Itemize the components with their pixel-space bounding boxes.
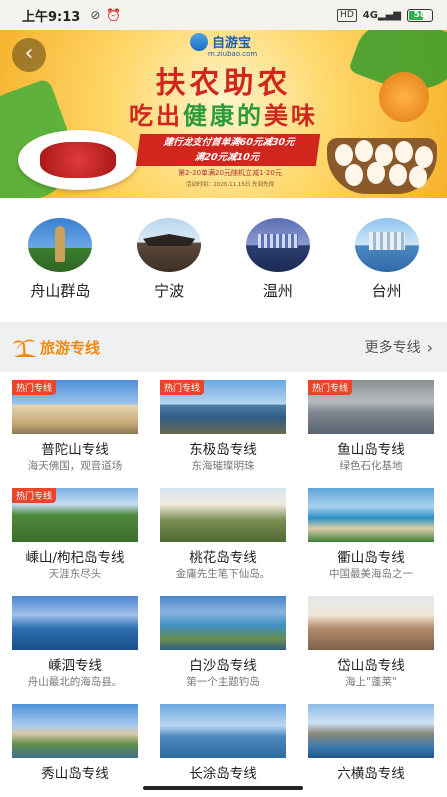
city-label: 台州 (371, 282, 402, 300)
city-image-zhoushan (28, 218, 93, 272)
promo-line-2: 满20元减10元 (193, 152, 260, 163)
logo-mark-icon (190, 32, 208, 51)
city-label: 舟山群岛 (30, 282, 91, 300)
route-name: 嵊泗专线 (48, 658, 102, 674)
egg-basket-image (327, 138, 437, 194)
route-name: 秀山岛专线 (41, 766, 109, 782)
route-card-qushandao[interactable]: 衢山岛专线 中国最美海岛之一 (308, 482, 434, 582)
route-name: 桃花岛专线 (189, 550, 257, 566)
logo-name: 自游宝 (212, 36, 252, 51)
meat-plate-image (18, 130, 138, 190)
promo-line-3: 第2-20单满20元随机立减1-20元 (178, 169, 282, 177)
route-card-dongjidao[interactable]: 热门专线 东极岛专线 东海璀璨明珠 (160, 374, 286, 474)
route-name: 六横岛专线 (337, 766, 405, 782)
city-image-wenzhou (245, 218, 310, 272)
promo-banner[interactable]: ‹ 自游宝 m.ziubao.com 扶农助农 吃出健康的美味 建行龙支付首单满… (0, 30, 447, 198)
city-image-ningbo (137, 218, 202, 272)
route-desc: 第一个主题钓岛 (186, 676, 260, 688)
route-card-changtudao[interactable]: 长涂岛专线 (160, 698, 286, 797)
more-routes-label: 更多专线 (364, 340, 421, 356)
battery-level: 58 (413, 9, 427, 20)
route-name: 普陀山专线 (41, 442, 109, 458)
route-image (308, 488, 434, 542)
route-desc: 金庸先生笔下仙岛。 (175, 568, 271, 580)
route-image (308, 596, 434, 650)
home-indicator[interactable] (143, 786, 303, 790)
hot-route-badge: 热门专线 (160, 380, 205, 395)
city-row: 舟山群岛 宁波 温州 台州 (0, 198, 447, 312)
chevron-right-icon: › (426, 337, 433, 357)
route-image (160, 488, 286, 542)
city-item-ningbo[interactable]: 宁波 (124, 198, 214, 312)
route-card-xiushandao[interactable]: 秀山岛专线 (12, 698, 138, 797)
route-image (160, 704, 286, 758)
palm-tree-icon (12, 336, 38, 358)
route-name: 东极岛专线 (189, 442, 257, 458)
signal-icon: 4G▂▄▆ (362, 9, 401, 21)
promo-line-4: 活动时间：2020.11.15日 先到先得 (185, 182, 275, 188)
route-card-liuhengdao[interactable]: 六横岛专线 (308, 698, 434, 797)
signal-label: 4G (362, 9, 378, 21)
city-item-taizhou[interactable]: 台州 (342, 198, 432, 312)
route-card-taohuadao[interactable]: 桃花岛专线 金庸先生笔下仙岛。 (160, 482, 286, 582)
route-image (12, 704, 138, 758)
route-card-shengshan[interactable]: 热门专线 嵊山/枸杞岛专线 天涯东尽头 (12, 482, 138, 582)
network-hd-badge: HD (337, 8, 357, 22)
route-name: 岱山岛专线 (337, 658, 405, 674)
subtitle-pre: 吃出 (129, 102, 183, 130)
section-header: 旅游专线 更多专线 › (0, 322, 447, 372)
more-routes-link[interactable]: 更多专线 › (365, 337, 433, 357)
city-label: 温州 (262, 282, 293, 300)
subtitle-highlight: 健康的 (183, 102, 264, 130)
route-name: 白沙岛专线 (189, 658, 257, 674)
route-card-baishadao[interactable]: 白沙岛专线 第一个主题钓岛 (160, 590, 286, 690)
status-time: 上午9:13 (22, 9, 81, 25)
route-desc: 东海璀璨明珠 (191, 460, 255, 472)
city-item-wenzhou[interactable]: 温州 (233, 198, 323, 312)
banner-subtitle: 吃出健康的美味 (0, 96, 447, 131)
route-desc: 绿色石化基地 (339, 460, 403, 472)
hot-route-badge: 热门专线 (12, 488, 57, 503)
route-desc: 舟山最北的海岛县。 (27, 676, 123, 688)
route-image (160, 596, 286, 650)
route-image (308, 704, 434, 758)
subtitle-post: 美味 (264, 102, 318, 130)
route-name: 衢山岛专线 (337, 550, 405, 566)
route-card-daishandao[interactable]: 岱山岛专线 海上"蓬莱" (308, 590, 434, 690)
section-title: 旅游专线 (40, 338, 101, 357)
battery-icon: 58 (407, 8, 433, 22)
status-bar: 上午9:13 ⊘ ⏰ HD 4G▂▄▆ 58 (0, 0, 447, 30)
mute-icon: ⊘ (90, 8, 101, 22)
city-image-taizhou (354, 218, 419, 272)
hot-route-badge: 热门专线 (12, 380, 57, 395)
promo-line-1: 建行龙支付首单满60元减30元 (162, 137, 296, 148)
promo-box: 建行龙支付首单满60元减30元 满20元减10元 (135, 134, 321, 166)
route-desc: 海天佛国，观音道场 (27, 460, 123, 472)
hot-route-badge: 热门专线 (308, 380, 353, 395)
route-card-yushandao[interactable]: 热门专线 鱼山岛专线 绿色石化基地 (308, 374, 434, 474)
city-item-zhoushan[interactable]: 舟山群岛 (15, 198, 105, 312)
route-card-shengsi[interactable]: 嵊泗专线 舟山最北的海岛县。 (12, 590, 138, 690)
route-image (12, 596, 138, 650)
back-button[interactable]: ‹ (12, 38, 46, 72)
route-desc: 中国最美海岛之一 (329, 568, 413, 580)
alarm-icon: ⏰ (106, 8, 122, 22)
route-name: 嵊山/枸杞岛专线 (25, 550, 125, 566)
route-desc: 天涯东尽头 (48, 568, 102, 580)
route-name: 鱼山岛专线 (337, 442, 405, 458)
logo-url: m.ziubao.com (208, 50, 258, 58)
city-label: 宁波 (154, 282, 185, 300)
route-name: 长涂岛专线 (189, 766, 257, 782)
route-card-putuoshan[interactable]: 热门专线 普陀山专线 海天佛国，观音道场 (12, 374, 138, 474)
route-desc: 海上"蓬莱" (345, 676, 397, 688)
brand-logo: 自游宝 (190, 32, 251, 51)
route-grid: 热门专线 普陀山专线 海天佛国，观音道场 热门专线 东极岛专线 东海璀璨明珠 热… (0, 372, 447, 797)
chevron-left-icon: ‹ (24, 41, 34, 66)
